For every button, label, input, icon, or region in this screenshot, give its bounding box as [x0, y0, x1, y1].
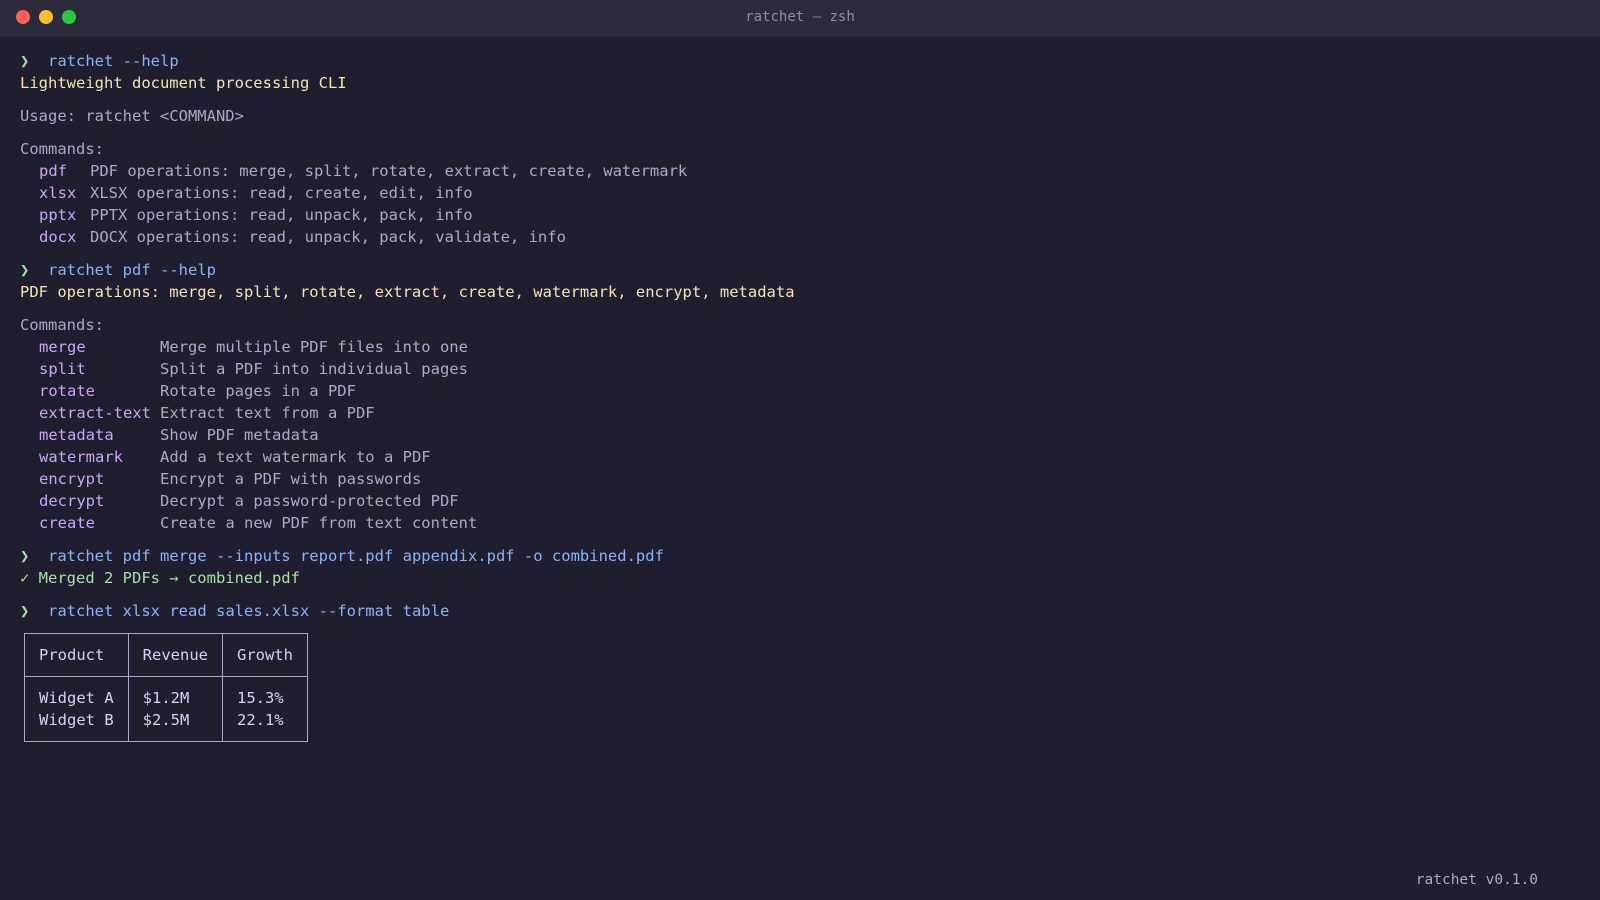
command-desc: XLSX operations: read, create, edit, inf…: [90, 184, 473, 202]
command-text: ratchet --help: [48, 52, 179, 70]
subcommand-name: encrypt: [39, 470, 105, 488]
subcommand-desc: Merge multiple PDF files into one: [160, 338, 468, 356]
table-cell: 22.1%: [221, 709, 308, 731]
subcommand-name: merge: [39, 338, 86, 356]
subcommand-entry: metadata Show PDF metadata: [20, 424, 1580, 446]
merge-result: ✓ Merged 2 PDFs → combined.pdf: [20, 569, 300, 587]
subcommand-desc: Extract text from a PDF: [160, 404, 375, 422]
subcommand-desc: Rotate pages in a PDF: [160, 382, 356, 400]
table-cell: Widget B: [24, 709, 129, 731]
command-entry: pptx PPTX operations: read, unpack, pack,…: [20, 204, 1580, 226]
subcommand-name: decrypt: [39, 492, 105, 510]
subcommand-entry: extract-text Extract text from a PDF: [20, 402, 1580, 424]
help-tagline: Lightweight document processing CLI: [20, 74, 347, 92]
subcommand-desc: Add a text watermark to a PDF: [160, 448, 431, 466]
subcommand-entry: encrypt Encrypt a PDF with passwords: [20, 468, 1580, 490]
command-line: ❯ ratchet xlsx read sales.xlsx --format …: [20, 600, 1580, 622]
subcommand-entry: watermark Add a text watermark to a PDF: [20, 446, 1580, 468]
subcommand-name: watermark: [39, 448, 123, 466]
subcommand-entry: create Create a new PDF from text content: [20, 512, 1580, 534]
table-spacer: [24, 676, 308, 687]
command-line: ❯ ratchet pdf merge --inputs report.pdf …: [20, 545, 1580, 567]
prompt-icon: ❯: [20, 547, 30, 565]
command-text: ratchet pdf merge --inputs report.pdf ap…: [48, 547, 664, 565]
command-desc: DOCX operations: read, unpack, pack, val…: [90, 228, 566, 246]
table-row: Widget B $2.5M 22.1%: [24, 709, 308, 731]
subcommand-name: rotate: [39, 382, 95, 400]
subcommand-name: create: [39, 514, 95, 532]
subcommand-entry: split Split a PDF into individual pages: [20, 358, 1580, 380]
command-name: xlsx: [39, 184, 77, 202]
command-text: ratchet xlsx read sales.xlsx --format ta…: [48, 602, 450, 620]
table-cell: $2.5M: [127, 709, 223, 731]
command-desc: PDF operations: merge, split, rotate, ex…: [90, 162, 688, 180]
command-desc: PPTX operations: read, unpack, pack, inf…: [90, 206, 473, 224]
subcommand-desc: Encrypt a PDF with passwords: [160, 470, 422, 488]
subcommand-entry: merge Merge multiple PDF files into one: [20, 336, 1580, 358]
command-name: pdf: [39, 162, 67, 180]
title-bar: ratchet — zsh: [0, 0, 1600, 37]
command-text: ratchet pdf --help: [48, 261, 216, 279]
command-name: docx: [39, 228, 77, 246]
usage-line: Usage: ratchet <COMMAND>: [20, 107, 244, 125]
subcommand-desc: Split a PDF into individual pages: [160, 360, 468, 378]
table-header-cell: Revenue: [127, 633, 223, 677]
subcommand-name: split: [39, 360, 86, 378]
subcommand-entry: rotate Rotate pages in a PDF: [20, 380, 1580, 402]
table-header-row: Product Revenue Growth: [24, 633, 308, 677]
subcommand-entry: decrypt Decrypt a password-protected PDF: [20, 490, 1580, 512]
subcommand-desc: Decrypt a password-protected PDF: [160, 492, 459, 510]
command-entry: pdf PDF operations: merge, split, rotate,…: [20, 160, 1580, 182]
commands-header: Commands:: [20, 316, 104, 334]
command-line: ❯ ratchet --help: [20, 50, 1580, 72]
version-label: ratchet v0.1.0: [1415, 872, 1538, 888]
terminal-output[interactable]: ❯ ratchet --help Lightweight document pr…: [20, 50, 1580, 742]
table-row: Widget A $1.2M 15.3%: [24, 687, 308, 709]
subcommand-name: metadata: [39, 426, 114, 444]
subcommand-name: extract-text: [39, 404, 151, 422]
table-cell: 15.3%: [221, 687, 308, 709]
table-cell: Widget A: [24, 687, 129, 709]
table-spacer: [24, 731, 308, 742]
command-line: ❯ ratchet pdf --help: [20, 259, 1580, 281]
pdf-help-tagline: PDF operations: merge, split, rotate, ex…: [20, 283, 795, 301]
prompt-icon: ❯: [20, 261, 30, 279]
sales-table: Product Revenue Growth Widget A $1.2M 15…: [24, 633, 308, 742]
command-entry: docx DOCX operations: read, unpack, pack,…: [20, 226, 1580, 248]
window-title: ratchet — zsh: [745, 9, 855, 25]
subcommand-desc: Show PDF metadata: [160, 426, 319, 444]
prompt-icon: ❯: [20, 52, 30, 70]
subcommand-desc: Create a new PDF from text content: [160, 514, 478, 532]
table-cell: $1.2M: [127, 687, 223, 709]
table-header-cell: Product: [24, 633, 129, 677]
prompt-icon: ❯: [20, 602, 30, 620]
commands-header: Commands:: [20, 140, 104, 158]
table-header-cell: Growth: [221, 633, 308, 677]
command-entry: xlsx XLSX operations: read, create, edit,…: [20, 182, 1580, 204]
command-name: pptx: [39, 206, 77, 224]
